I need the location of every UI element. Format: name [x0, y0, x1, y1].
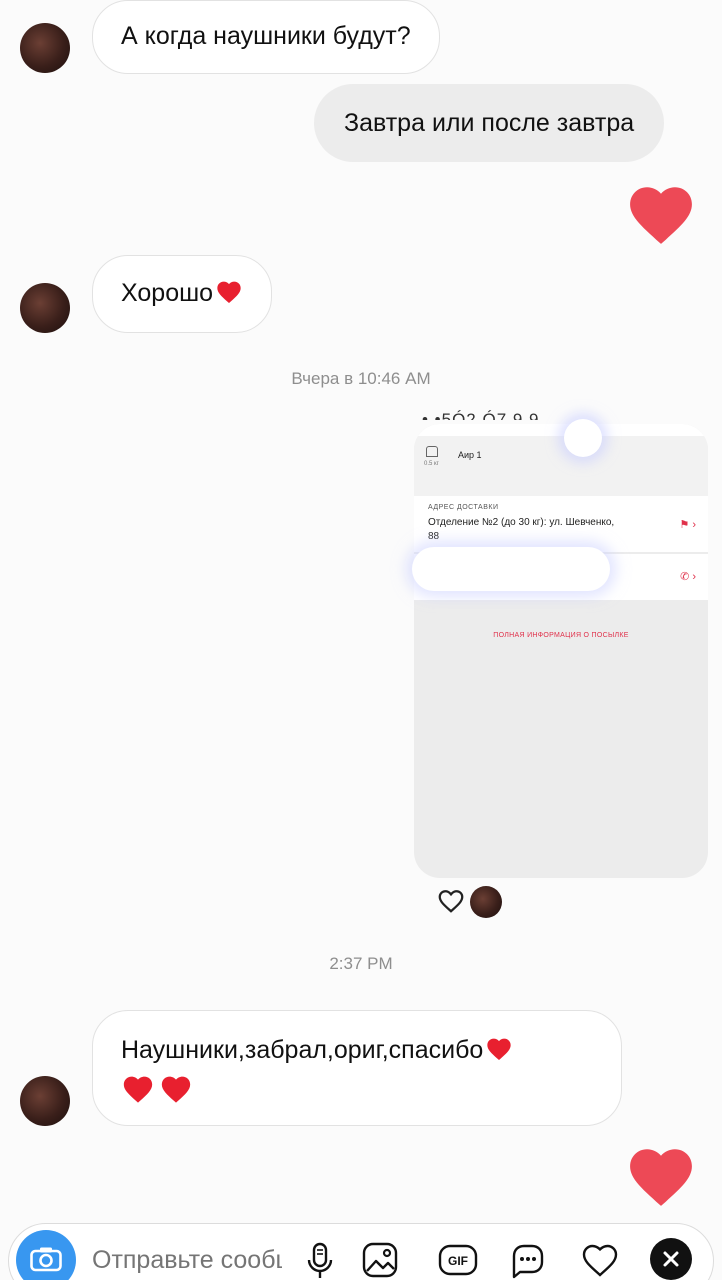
outgoing-message[interactable]: Завтра или после завтра: [314, 84, 665, 162]
timestamp: 2:37 PM: [329, 954, 393, 973]
svg-text:GIF: GIF: [448, 1254, 468, 1268]
close-button[interactable]: [650, 1238, 692, 1280]
package-name: Аир 1: [458, 450, 482, 460]
sticker-icon[interactable]: [506, 1238, 550, 1280]
message-text: Завтра или после завтра: [344, 109, 635, 137]
gif-icon[interactable]: GIF: [436, 1238, 480, 1280]
message-text: А когда наушники будут?: [121, 22, 411, 50]
heart-icon[interactable]: [623, 178, 699, 246]
sender-avatar[interactable]: [20, 1076, 70, 1126]
message-line: [121, 1071, 593, 1110]
incoming-message[interactable]: Хорошо: [92, 255, 273, 333]
message-input[interactable]: [92, 1242, 282, 1278]
heart-icon[interactable]: [578, 1238, 622, 1280]
incoming-message[interactable]: Наушники,забрал,ориг,спасибо: [92, 1010, 622, 1126]
package-icon: [426, 446, 438, 457]
message-text: Наушники,забрал,ориг,спасибо: [121, 1036, 484, 1064]
phone-icon: ✆ ›: [680, 571, 696, 583]
camera-icon: [30, 1247, 62, 1272]
message-line: Наушники,забрал,ориг,спасибо: [121, 1033, 593, 1067]
map-icon: ⚑ ›: [679, 519, 696, 531]
redaction-circle: [564, 419, 602, 457]
delivery-address-section: АДРЕС ДОСТАВКИ Отделение №2 (до 30 кг): …: [414, 496, 708, 552]
shared-screenshot[interactable]: 0.5 кг Аир 1 АДРЕС ДОСТАВКИ Отделение №2…: [414, 424, 708, 878]
package-header: 0.5 кг Аир 1: [414, 436, 708, 496]
timestamp: Вчера в 10:46 AM: [291, 369, 431, 388]
cut-text: • •5Ó2 Ó7 9 9: [422, 410, 540, 420]
screenshot-top-strip: [414, 424, 708, 436]
full-info-link: ПОЛНАЯ ИНФОРМАЦИЯ О ПОСЫЛКЕ: [493, 632, 629, 639]
sender-avatar[interactable]: [20, 23, 70, 73]
close-icon: [663, 1251, 679, 1267]
red-heart-emoji-icon: [215, 277, 243, 305]
heart-icon[interactable]: [623, 1140, 699, 1208]
sender-avatar[interactable]: [20, 283, 70, 333]
incoming-message[interactable]: А когда наушники будут?: [92, 0, 440, 74]
message-text: Хорошо: [121, 279, 214, 307]
address-label: АДРЕС ДОСТАВКИ: [428, 504, 499, 511]
microphone-icon[interactable]: [298, 1238, 342, 1280]
package-weight: 0.5 кг: [424, 461, 439, 467]
red-heart-emoji-icon: [159, 1071, 193, 1105]
reaction-avatar[interactable]: [470, 886, 502, 918]
gallery-icon[interactable]: [358, 1238, 402, 1280]
red-heart-emoji-icon: [485, 1034, 513, 1062]
redaction-pill: [412, 547, 610, 591]
red-heart-emoji-icon: [121, 1071, 155, 1105]
heart-outline-icon[interactable]: [436, 886, 466, 914]
address-value: Отделение №2 (до 30 кг): ул. Шевченко, 8…: [428, 517, 615, 542]
